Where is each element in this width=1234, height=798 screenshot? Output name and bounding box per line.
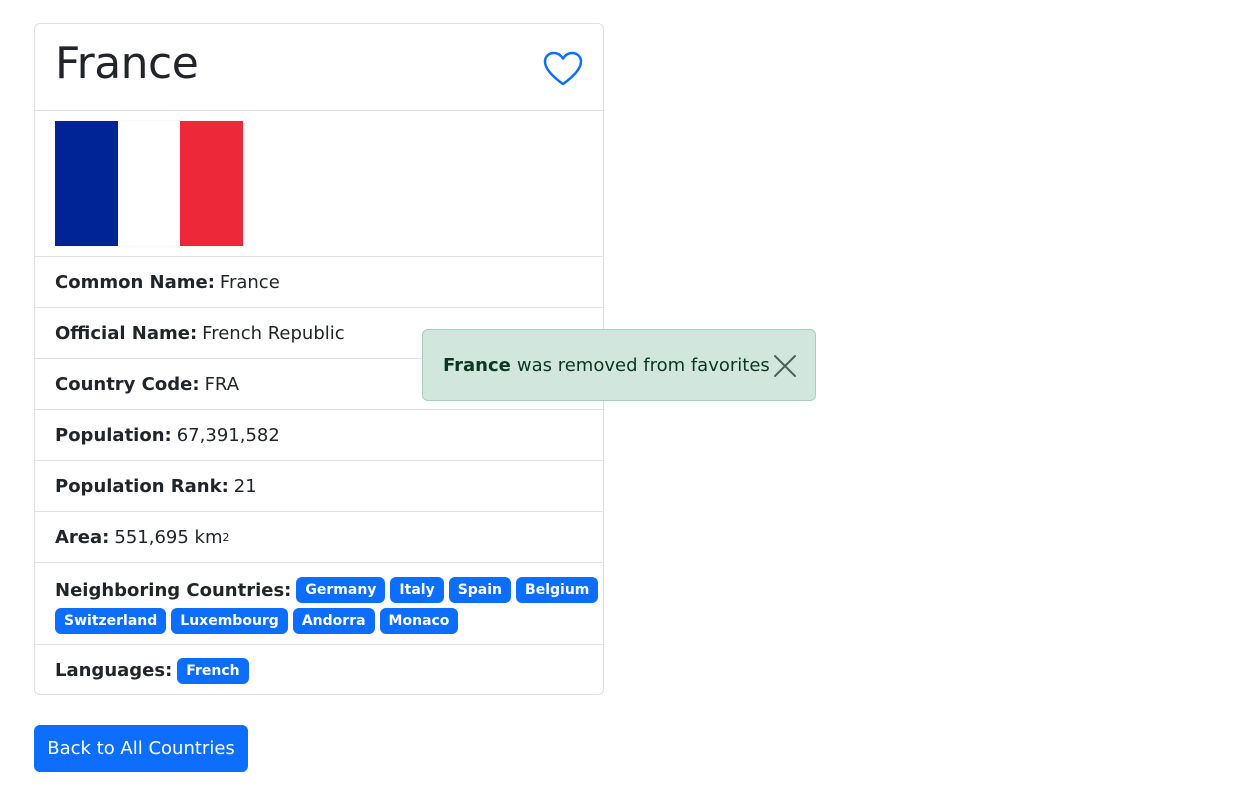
population-rank-value: 21 <box>233 475 257 497</box>
neighbor-badge-luxembourg[interactable]: Luxembourg <box>171 608 288 634</box>
back-to-all-countries-button[interactable]: Back to All Countries <box>34 725 248 772</box>
flag-row <box>35 111 603 257</box>
toast-message: was removed from favorites <box>516 354 770 376</box>
toast-close-button[interactable] <box>773 354 797 378</box>
neighbor-badge-andorra[interactable]: Andorra <box>292 608 375 634</box>
language-badge-french: French <box>177 657 249 684</box>
toast-country-name: France <box>443 354 511 376</box>
population-label: Population: <box>55 424 172 446</box>
population-value: 67,391,582 <box>176 424 280 446</box>
neighboring-countries-label: Neighboring Countries: <box>55 579 292 601</box>
close-icon <box>774 355 796 377</box>
area-row: Area: 551,695 km 2 <box>35 512 603 563</box>
flag-band-blue <box>55 121 118 246</box>
neighbor-badge-italy[interactable]: Italy <box>390 577 444 603</box>
area-value: 551,695 km <box>114 526 223 548</box>
common-name-value: France <box>219 271 280 293</box>
neighbor-badge-spain[interactable]: Spain <box>448 577 512 603</box>
languages-label: Languages: <box>55 660 173 681</box>
flag-band-red <box>180 121 244 246</box>
official-name-value: French Republic <box>202 322 345 344</box>
neighbor-badge-germany[interactable]: Germany <box>296 577 386 603</box>
population-rank-row: Population Rank: 21 <box>35 461 603 512</box>
official-name-label: Official Name: <box>55 322 198 344</box>
favorite-button[interactable] <box>543 50 583 88</box>
card-header: France <box>35 24 603 111</box>
country-code-label: Country Code: <box>55 373 200 395</box>
area-unit-superscript: 2 <box>222 530 230 544</box>
country-title: France <box>55 38 199 89</box>
neighbor-badge-monaco[interactable]: Monaco <box>379 608 459 634</box>
neighbor-badge-switzerland[interactable]: Switzerland <box>55 608 167 634</box>
common-name-row: Common Name: France <box>35 257 603 308</box>
population-row: Population: 67,391,582 <box>35 410 603 461</box>
population-rank-label: Population Rank: <box>55 475 229 497</box>
country-code-value: FRA <box>204 373 240 395</box>
favorites-toast: France was removed from favorites <box>422 329 816 401</box>
neighboring-countries-row: Neighboring Countries: Germany Italy Spa… <box>35 563 603 645</box>
area-label: Area: <box>55 526 110 548</box>
neighbor-badge-belgium[interactable]: Belgium <box>516 577 599 603</box>
heart-outline-icon <box>543 51 583 86</box>
common-name-label: Common Name: <box>55 271 215 293</box>
languages-row: Languages: French <box>35 645 603 696</box>
flag-band-white <box>117 121 181 246</box>
country-flag <box>55 121 244 246</box>
